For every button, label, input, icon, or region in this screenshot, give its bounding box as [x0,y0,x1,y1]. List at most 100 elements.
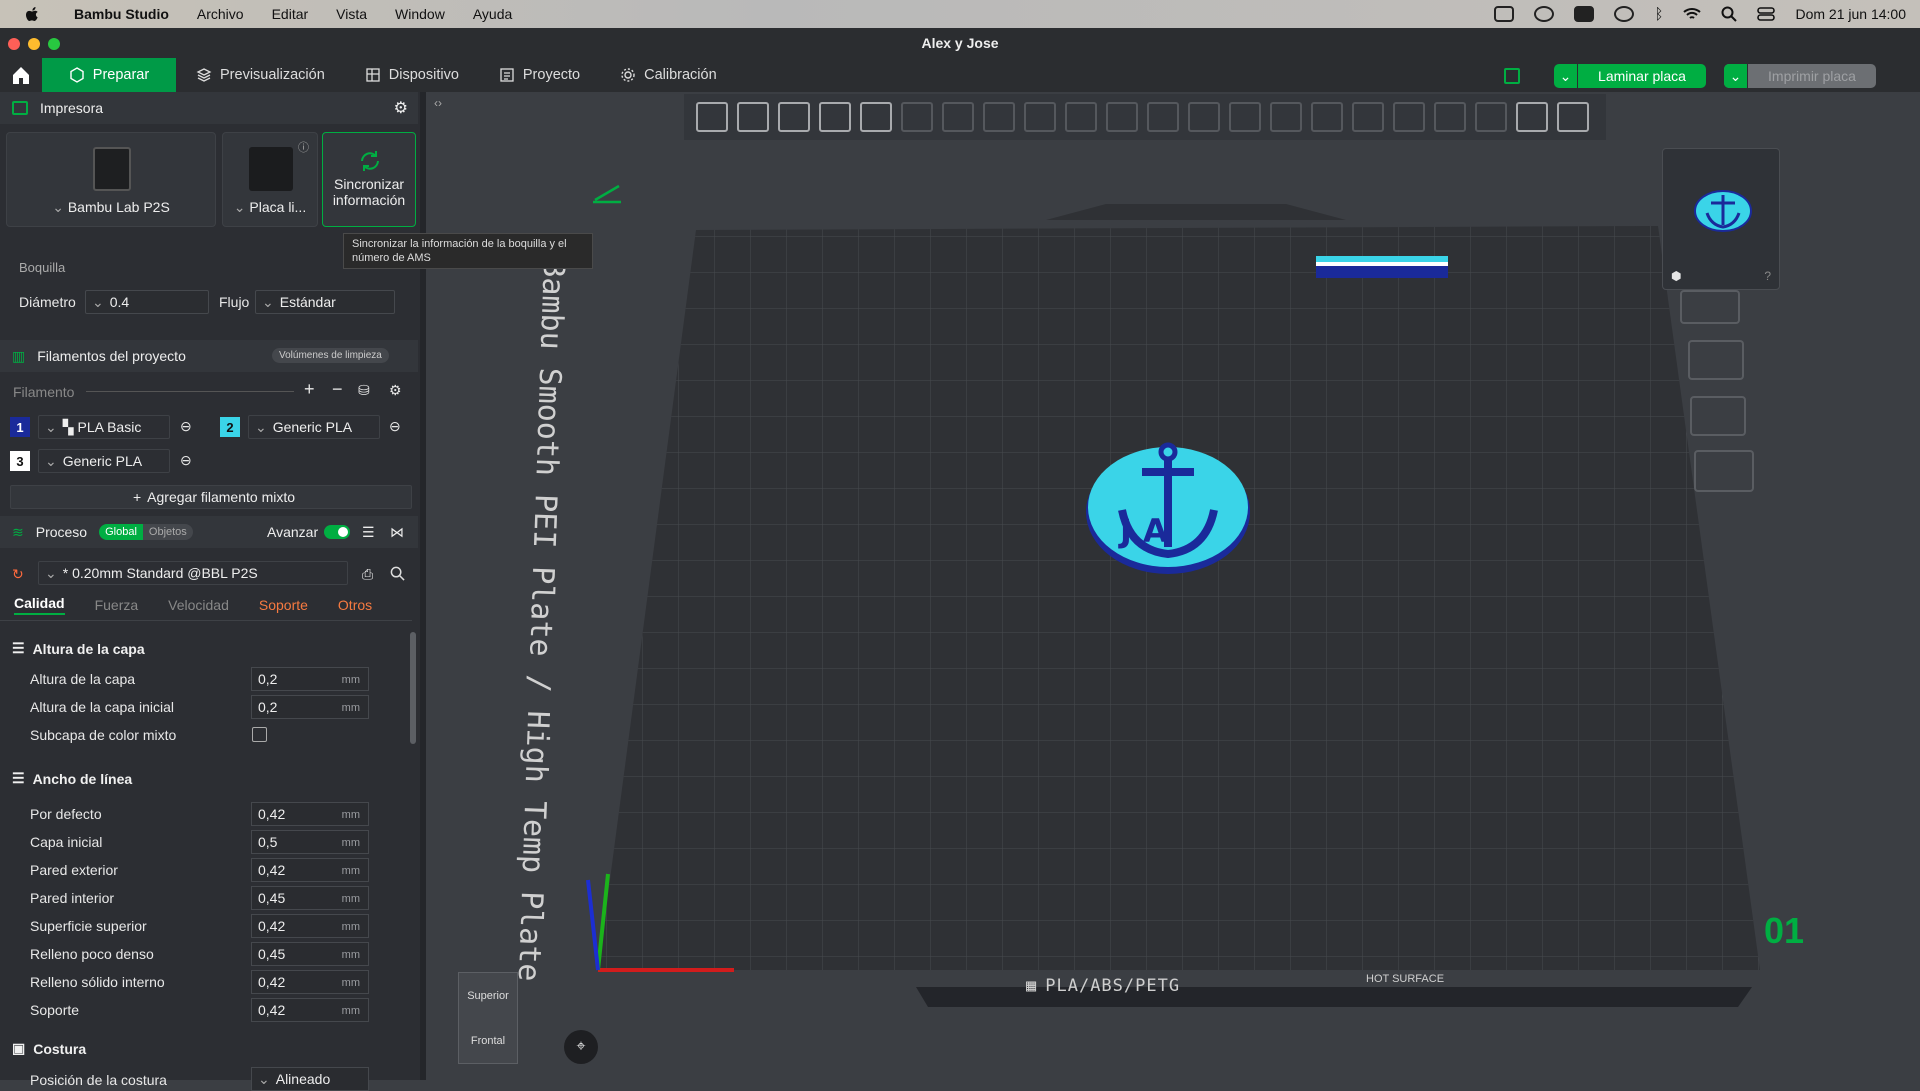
objects-toggle[interactable]: Objetos [142,524,193,540]
add-filament-plus-icon[interactable]: + [304,379,315,400]
status-app-icon[interactable] [1494,6,1515,22]
time-machine-icon[interactable] [1614,6,1635,22]
initial-layer-height-label: Altura de la capa inicial [30,699,174,715]
unit-label: mm [341,674,360,686]
filament-settings-gear-icon[interactable]: ⚙ [389,382,402,399]
flow-select[interactable]: ⌄ Estándar [255,290,395,314]
seam-position-select[interactable]: ⌄ Alineado [251,1067,369,1091]
reset-preset-icon[interactable]: ↻ [12,566,24,583]
filament-3-remove-icon[interactable]: ⊖ [180,452,192,469]
plate-thumbnail-panel[interactable]: ⬢ ? [1662,148,1780,290]
tab-preparar[interactable]: Preparar [42,58,176,92]
view-cube[interactable]: Superior Frontal [458,972,518,1064]
plate-grid-icon[interactable] [1504,68,1520,84]
chevron-down-icon: ⌄ [262,293,274,310]
plate-arrange-icon[interactable] [1680,290,1740,324]
wifi-icon[interactable] [1683,7,1702,21]
advanced-label: Avanzar [267,524,319,540]
close-window-button[interactable] [8,38,20,50]
status-grammarly-icon[interactable] [1574,6,1595,22]
reset-view-icon[interactable]: ⌖ [564,1030,598,1064]
3d-viewport[interactable]: ‹› J A Bambu Smooth PEI Plate / High Tem… [426,92,1920,1080]
zoom-window-button[interactable] [48,38,60,50]
plate-settings-icon[interactable] [1694,450,1754,492]
subtab-soporte[interactable]: Soporte [259,597,308,613]
menu-window[interactable]: Window [395,6,445,22]
printer-card[interactable]: ⌄ Bambu Lab P2S [6,132,216,227]
tab-dispositivo[interactable]: Dispositivo [345,58,479,92]
filament-1-remove-icon[interactable]: ⊖ [180,418,192,435]
line-width-input[interactable]: 0,45 mm [251,942,369,966]
mixed-color-sublayer-label: Subcapa de color mixto [30,727,177,743]
menu-vista[interactable]: Vista [336,6,367,22]
compare-presets-icon[interactable]: ⋈ [390,524,404,541]
advanced-switch[interactable] [324,525,350,539]
remove-filament-minus-icon[interactable]: − [332,379,343,400]
line-width-input[interactable]: 0,42 mm [251,970,369,994]
filament-select-2[interactable]: ⌄ Generic PLA [248,415,380,439]
layer-height-input[interactable]: 0,2 mm [251,667,369,691]
apple-icon[interactable] [22,4,42,24]
menubar-clock[interactable]: Dom 21 jun 14:00 [1795,6,1906,22]
subtab-velocidad[interactable]: Velocidad [168,597,229,613]
home-button[interactable] [0,58,42,92]
list-view-icon[interactable]: ☰ [362,524,375,541]
menu-archivo[interactable]: Archivo [197,6,244,22]
print-plate-button[interactable]: ⌄ Imprimir placa [1724,64,1876,88]
minimize-window-button[interactable] [28,38,40,50]
document-icon [500,68,514,82]
status-eye-icon[interactable] [1534,6,1555,22]
printer-header-label: Impresora [40,100,104,116]
print-dropdown-chevron-icon[interactable]: ⌄ [1724,64,1748,88]
filament-divider [86,391,294,392]
line-width-input[interactable]: 0,42 mm [251,802,369,826]
process-preset-select[interactable]: ⌄ * 0.20mm Standard @BBL P2S [38,561,348,585]
filament-2-remove-icon[interactable]: ⊖ [389,418,401,435]
filament-sync-icon[interactable]: ⛁ [358,382,370,399]
slice-plate-button[interactable]: ⌄ Laminar placa [1554,64,1706,88]
process-header: ≋ Proceso Global Objetos Avanzar ☰ ⋈ [0,516,418,548]
menu-ayuda[interactable]: Ayuda [473,6,512,22]
subtab-calidad[interactable]: Calidad [14,595,65,615]
line-width-input[interactable]: 0,42 mm [251,998,369,1022]
view-top-label[interactable]: Superior [467,990,509,1002]
group-seam-title: Costura [33,1040,87,1057]
filament-select-1[interactable]: ⌄ ▚ PLA Basic [38,415,170,439]
settings-scrollbar[interactable] [410,632,416,744]
mixed-color-sublayer-checkbox[interactable] [252,727,267,742]
search-icon[interactable] [390,566,405,581]
line-width-input[interactable]: 0,45 mm [251,886,369,910]
line-width-input[interactable]: 0,5 mm [251,830,369,854]
line-width-input[interactable]: 0,42 mm [251,858,369,882]
info-icon[interactable]: ⓘ [298,139,309,155]
plate-type-card[interactable]: ⓘ ⌄ Placa li... [222,132,318,227]
add-mixed-filament-button[interactable]: + Agregar filamento mixto [10,485,412,509]
lock-icon[interactable] [1690,396,1746,436]
tab-proyecto[interactable]: Proyecto [479,58,600,92]
subtab-otros[interactable]: Otros [338,597,372,613]
flush-volumes-button[interactable]: Volúmenes de limpieza [272,348,389,363]
control-center-icon[interactable] [1757,7,1776,21]
diameter-select[interactable]: ⌄ 0.4 [85,290,209,314]
menu-app-name[interactable]: Bambu Studio [74,6,169,22]
line-width-input[interactable]: 0,42 mm [251,914,369,938]
tab-previsualizacion[interactable]: Previsualización [176,58,345,92]
bluetooth-icon[interactable]: ᛒ [1654,6,1663,23]
help-icon[interactable]: ? [1764,269,1771,283]
pencil-edit-icon[interactable] [591,180,625,204]
subtab-fuerza[interactable]: Fuerza [95,597,139,613]
save-preset-icon[interactable]: ⎙ [362,566,373,583]
plate-layout-icon[interactable] [1688,340,1744,380]
filament-select-3[interactable]: ⌄ Generic PLA [38,449,170,473]
spotlight-search-icon[interactable] [1721,6,1738,22]
global-toggle[interactable]: Global [99,524,143,540]
view-front-label[interactable]: Frontal [471,1035,505,1047]
slice-dropdown-chevron-icon[interactable]: ⌄ [1554,64,1578,88]
printer-thumbnail [93,147,131,191]
tab-calibracion[interactable]: Calibración [600,58,737,92]
tab-dispositivo-label: Dispositivo [388,67,459,83]
sync-info-button[interactable]: Sincronizar información [322,132,416,227]
initial-layer-height-input[interactable]: 0,2 mm [251,695,369,719]
printer-settings-gear-icon[interactable]: ⚙ [394,98,408,118]
menu-editar[interactable]: Editar [272,6,309,22]
